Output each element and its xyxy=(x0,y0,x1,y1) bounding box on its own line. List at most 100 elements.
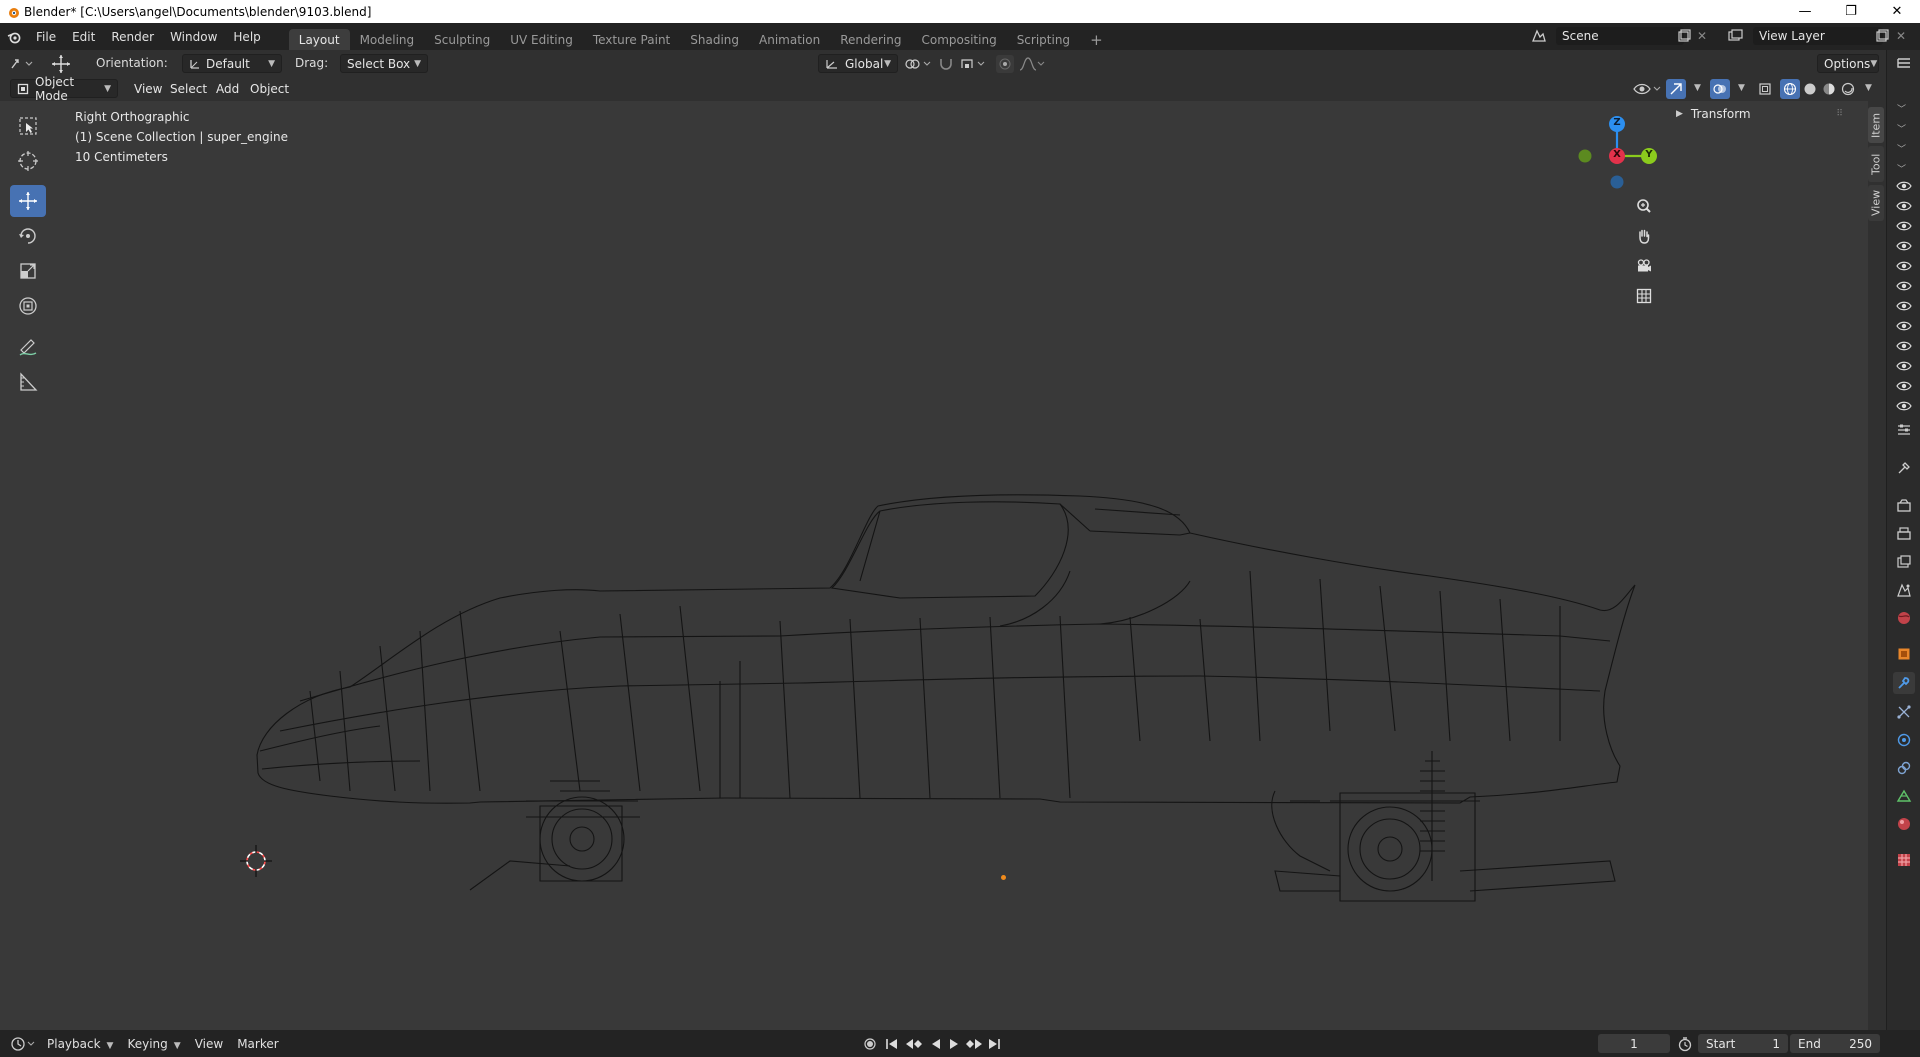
close-button[interactable]: ✕ xyxy=(1874,0,1920,23)
chevron-down-icon[interactable]: ﹀ xyxy=(1897,142,1906,155)
modifier-properties-icon[interactable] xyxy=(1893,672,1915,694)
eye-icon[interactable] xyxy=(1896,300,1912,312)
zoom-button[interactable] xyxy=(1631,193,1657,219)
pan-button[interactable] xyxy=(1631,223,1657,249)
view-layer-field[interactable]: View Layer xyxy=(1753,27,1883,45)
tab-modeling[interactable]: Modeling xyxy=(350,29,425,50)
eye-icon[interactable] xyxy=(1896,220,1912,232)
transform-panel-header[interactable]: ▶ Transform ⠿ xyxy=(1668,104,1846,124)
eye-icon[interactable] xyxy=(1896,280,1912,292)
start-frame-field[interactable]: Start 1 xyxy=(1698,1034,1788,1053)
move-tool-icon[interactable] xyxy=(50,53,72,75)
tab-view[interactable]: View xyxy=(1868,185,1884,221)
record-icon[interactable] xyxy=(862,1036,878,1052)
scene-icon[interactable] xyxy=(1525,27,1553,45)
timeline-editor-icon[interactable] xyxy=(10,1036,40,1052)
eye-icon[interactable] xyxy=(1896,340,1912,352)
particle-properties-icon[interactable] xyxy=(1896,704,1912,720)
tab-scripting[interactable]: Scripting xyxy=(1007,29,1080,50)
view-layer-properties-icon[interactable] xyxy=(1896,554,1912,570)
wireframe-shading-icon[interactable] xyxy=(1780,79,1800,99)
camera-view-button[interactable] xyxy=(1631,253,1657,279)
properties-type-icon[interactable] xyxy=(1896,422,1912,438)
3d-cursor-icon[interactable] xyxy=(236,841,276,881)
menu-file[interactable]: File xyxy=(28,23,64,50)
tab-tool[interactable]: Tool xyxy=(1868,146,1884,182)
world-properties-icon[interactable] xyxy=(1896,610,1912,626)
view-layer-icon[interactable] xyxy=(1722,27,1750,45)
xray-toggle-icon[interactable] xyxy=(1756,80,1774,98)
chevron-down-icon[interactable]: ﹀ xyxy=(1897,102,1906,115)
proportional-editing-icon[interactable] xyxy=(996,55,1014,73)
playback-menu[interactable]: Playback ▼ xyxy=(40,1037,120,1051)
restore-button[interactable]: ❐ xyxy=(1828,0,1874,23)
material-properties-icon[interactable] xyxy=(1896,816,1912,832)
viewport-menu-object[interactable]: Object xyxy=(244,79,295,99)
keying-menu[interactable]: Keying ▼ xyxy=(120,1037,187,1051)
snap-target-icon[interactable] xyxy=(960,55,990,73)
solid-shading-icon[interactable] xyxy=(1801,80,1819,98)
jump-to-keyframe-back-icon[interactable] xyxy=(904,1036,924,1052)
add-workspace-button[interactable]: + xyxy=(1080,29,1113,50)
eye-icon[interactable] xyxy=(1896,200,1912,212)
eye-icon[interactable] xyxy=(1896,260,1912,272)
viewport-menu-select[interactable]: Select xyxy=(164,79,213,99)
overlays-toggle-icon[interactable] xyxy=(1710,79,1730,99)
pivot-point-icon[interactable] xyxy=(904,55,934,73)
tab-shading[interactable]: Shading xyxy=(680,29,749,50)
blender-menu-icon[interactable] xyxy=(0,30,28,44)
tool-properties-icon[interactable] xyxy=(1896,460,1912,476)
jump-to-start-icon[interactable] xyxy=(884,1036,902,1052)
end-frame-field[interactable]: End 250 xyxy=(1790,1034,1880,1053)
output-properties-icon[interactable] xyxy=(1896,526,1912,542)
chevron-down-icon[interactable]: ▼ xyxy=(1865,83,1872,93)
chevron-down-icon[interactable]: ▼ xyxy=(1694,83,1701,93)
chevron-down-icon[interactable]: ▼ xyxy=(1738,83,1745,93)
3d-viewport[interactable]: Right Orthographic (1) Scene Collection … xyxy=(0,101,1868,1030)
play-reverse-icon[interactable] xyxy=(928,1036,944,1052)
drag-dropdown[interactable]: Select Box ▼ xyxy=(340,54,428,73)
eye-icon[interactable] xyxy=(1896,320,1912,332)
rendered-shading-icon[interactable] xyxy=(1839,80,1857,98)
render-properties-icon[interactable] xyxy=(1896,498,1912,514)
viewport-menu-view[interactable]: View xyxy=(128,79,168,99)
menu-help[interactable]: Help xyxy=(225,23,268,50)
viewport-menu-add[interactable]: Add xyxy=(210,79,245,99)
editor-type-icon[interactable] xyxy=(10,54,36,73)
constraint-properties-icon[interactable] xyxy=(1896,760,1912,776)
orientation-dropdown[interactable]: Default ▼ xyxy=(182,54,282,73)
jump-to-keyframe-forward-icon[interactable] xyxy=(964,1036,984,1052)
new-scene-icon[interactable] xyxy=(1676,28,1692,44)
timeline-view-menu[interactable]: View xyxy=(188,1037,230,1051)
scene-properties-icon[interactable] xyxy=(1896,582,1912,598)
gizmo-toggle-icon[interactable] xyxy=(1666,79,1686,99)
minimize-button[interactable]: — xyxy=(1782,0,1828,23)
marker-menu[interactable]: Marker xyxy=(230,1037,285,1051)
new-view-layer-icon[interactable] xyxy=(1874,28,1890,44)
remove-scene-icon[interactable]: ✕ xyxy=(1697,28,1711,44)
current-frame-field[interactable]: 1 xyxy=(1598,1034,1670,1053)
menu-window[interactable]: Window xyxy=(162,23,225,50)
toggle-perspective-button[interactable] xyxy=(1631,283,1657,309)
data-properties-icon[interactable] xyxy=(1896,788,1912,804)
outliner-icon[interactable] xyxy=(1896,56,1912,72)
eye-icon[interactable] xyxy=(1896,380,1912,392)
remove-view-layer-icon[interactable]: ✕ xyxy=(1896,28,1910,44)
eye-icon[interactable] xyxy=(1896,360,1912,372)
proportional-falloff-icon[interactable] xyxy=(1018,55,1048,73)
chevron-down-icon[interactable]: ﹀ xyxy=(1897,122,1906,135)
tab-layout[interactable]: Layout xyxy=(288,29,350,50)
tab-texture-paint[interactable]: Texture Paint xyxy=(583,29,680,50)
drag-handle-icon[interactable]: ⠿ xyxy=(1836,109,1843,119)
tab-rendering[interactable]: Rendering xyxy=(830,29,911,50)
options-dropdown[interactable]: Options ▼ xyxy=(1817,54,1879,73)
use-preview-range-icon[interactable] xyxy=(1677,1036,1693,1052)
eye-icon[interactable] xyxy=(1896,240,1912,252)
object-properties-icon[interactable] xyxy=(1896,646,1912,662)
eye-icon[interactable] xyxy=(1896,180,1912,192)
texture-properties-icon[interactable] xyxy=(1896,852,1912,868)
scene-name-field[interactable]: Scene xyxy=(1556,27,1684,45)
menu-render[interactable]: Render xyxy=(103,23,162,50)
visibility-icon[interactable] xyxy=(1632,80,1662,98)
chevron-down-icon[interactable]: ﹀ xyxy=(1897,162,1906,175)
